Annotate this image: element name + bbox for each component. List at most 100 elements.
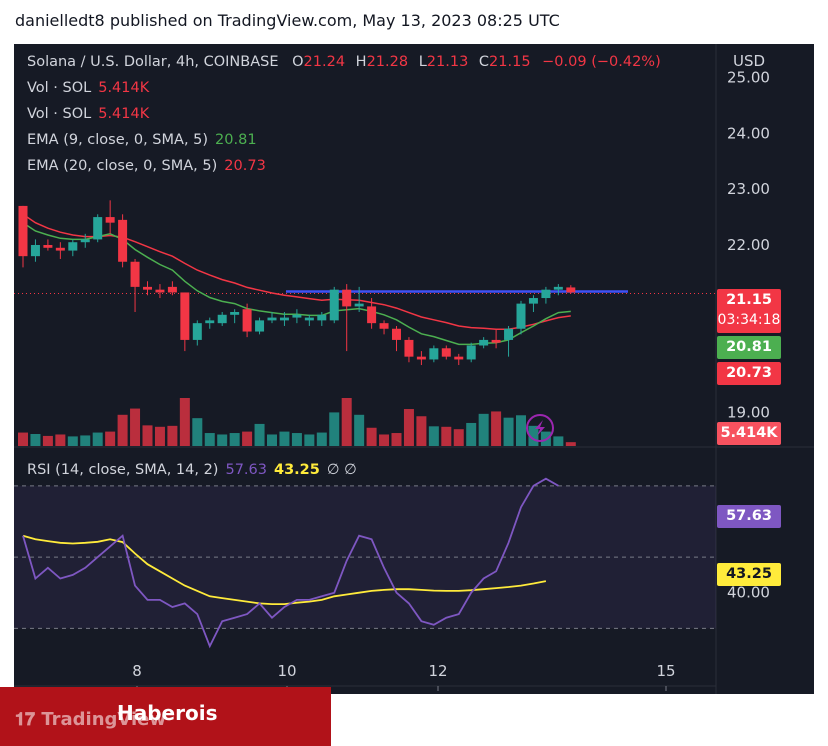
price-tick-label: 25.00 [727,69,770,87]
volume-bar [142,425,153,446]
currency-label[interactable]: USD [733,52,765,70]
candle-body[interactable] [118,219,128,262]
candle-body[interactable] [528,298,538,304]
volume-bar [478,413,489,446]
legend-ema20[interactable]: EMA (20, close, 0, SMA, 5) 20.73 [27,158,266,174]
candle-body[interactable] [317,314,327,321]
volume-bar [117,414,128,446]
volume-bar [316,432,327,446]
candle-body[interactable] [342,289,352,307]
legend-vol2-value: 5.414K [98,106,150,122]
rsi-badge: 57.63 [717,505,781,528]
page-frame: danielledt8 published on TradingView.com… [0,0,828,746]
candle-body[interactable] [55,247,65,251]
volume-bar [466,422,477,446]
volume-bar [105,431,116,446]
legend-vol1-label: Vol · SOL [27,80,92,96]
candle-body[interactable] [143,286,152,290]
candle-body[interactable] [167,286,177,293]
volume-bar [80,435,91,446]
candle-body[interactable] [367,306,377,324]
candle-body[interactable] [93,217,103,240]
rsi-tick-label: 40.00 [727,584,770,602]
candle-body[interactable] [441,348,451,357]
legend-symbol[interactable]: Solana / U.S. Dollar, 4h, COINBASE [27,54,279,70]
time-tick-label: 12 [428,662,447,680]
candle-body[interactable] [379,323,389,329]
volume-bar [379,434,390,446]
candle-body[interactable] [205,320,215,324]
legend-l-label: L [418,54,427,70]
candle-body[interactable] [267,317,277,321]
candle-body[interactable] [429,348,439,360]
legend-volume-2[interactable]: Vol · SOL 5.414K [27,106,149,122]
volume-bar [55,434,66,446]
legend-ema9-value: 20.81 [215,132,257,148]
candle-body[interactable] [242,309,252,332]
candle-body[interactable] [404,339,414,357]
candle-body[interactable] [155,289,165,293]
legend-l-value: 21.13 [426,54,469,70]
candle-body[interactable] [43,245,53,248]
time-tick-label: 10 [277,662,296,680]
candle-body[interactable] [504,328,514,340]
volume-bar [217,434,228,446]
legend-c-label: C [478,54,490,70]
watermark-bar: 𝟏𝟕 TradingView Haberois [0,687,331,746]
candle-body[interactable] [354,303,364,307]
candle-body[interactable] [479,339,489,346]
candle-body[interactable] [292,314,302,318]
candle-body[interactable] [18,205,28,257]
volume-bar [42,435,53,446]
volume-bar [516,415,526,446]
countdown-timer: 03:34:18 [717,312,781,328]
volume-bar [366,427,377,446]
legend-volume-1[interactable]: Vol · SOL 5.414K [27,80,149,96]
candle-body[interactable] [466,345,476,360]
legend-h-label: H [355,54,367,70]
chart-panel[interactable]: 25.0024.0023.0022.0019.00USD60.0040.0081… [14,44,814,694]
rsi-ma-badge: 43.25 [717,563,781,586]
volume-bar [329,412,340,446]
legend-rsi[interactable]: RSI (14, close, SMA, 14, 2) 57.63 43.25 ∅ ∅ [27,462,357,478]
candle-body[interactable] [255,320,265,332]
legend-ema9-label: EMA (9, close, 0, SMA, 5) [27,132,209,148]
candle-body[interactable] [553,286,563,290]
volume-bar [30,434,41,446]
legend-change: −0.09 (−0.42%) [542,54,661,70]
price-tick-label: 24.00 [727,124,770,142]
volume-bar [491,411,502,446]
volume-bar [229,433,240,446]
candle-body[interactable] [217,314,227,324]
volume-bar [441,426,452,446]
legend-main: Solana / U.S. Dollar, 4h, COINBASE O21.2… [27,54,661,70]
candle-body[interactable] [541,289,551,299]
candle-body[interactable] [516,303,526,329]
volume-bar [565,442,576,446]
legend-c-value: 21.15 [489,54,531,70]
candle-body[interactable] [230,312,240,315]
volume-bar [279,431,290,446]
candle-body[interactable] [491,339,501,343]
candle-body[interactable] [68,242,78,251]
candle-body[interactable] [454,356,464,360]
candle-body[interactable] [105,217,115,223]
candle-body[interactable] [279,317,289,321]
legend-o-value: 21.24 [303,54,346,70]
candle-body[interactable] [304,317,314,321]
candle-body[interactable] [392,328,401,340]
volume-bar [130,408,141,446]
candle-body[interactable] [80,239,90,243]
candle-body[interactable] [329,289,339,321]
legend-o-label: O [292,54,304,70]
volume-bar [267,434,277,446]
candle-body[interactable] [566,287,576,293]
candle-body[interactable] [30,245,40,257]
price-tick-label: 22.00 [727,236,770,254]
candle-body[interactable] [130,261,140,287]
legend-vol2-label: Vol · SOL [27,106,92,122]
candle-body[interactable] [192,323,202,340]
candle-body[interactable] [416,356,426,360]
candle-body[interactable] [180,292,190,340]
legend-ema9[interactable]: EMA (9, close, 0, SMA, 5) 20.81 [27,132,257,148]
